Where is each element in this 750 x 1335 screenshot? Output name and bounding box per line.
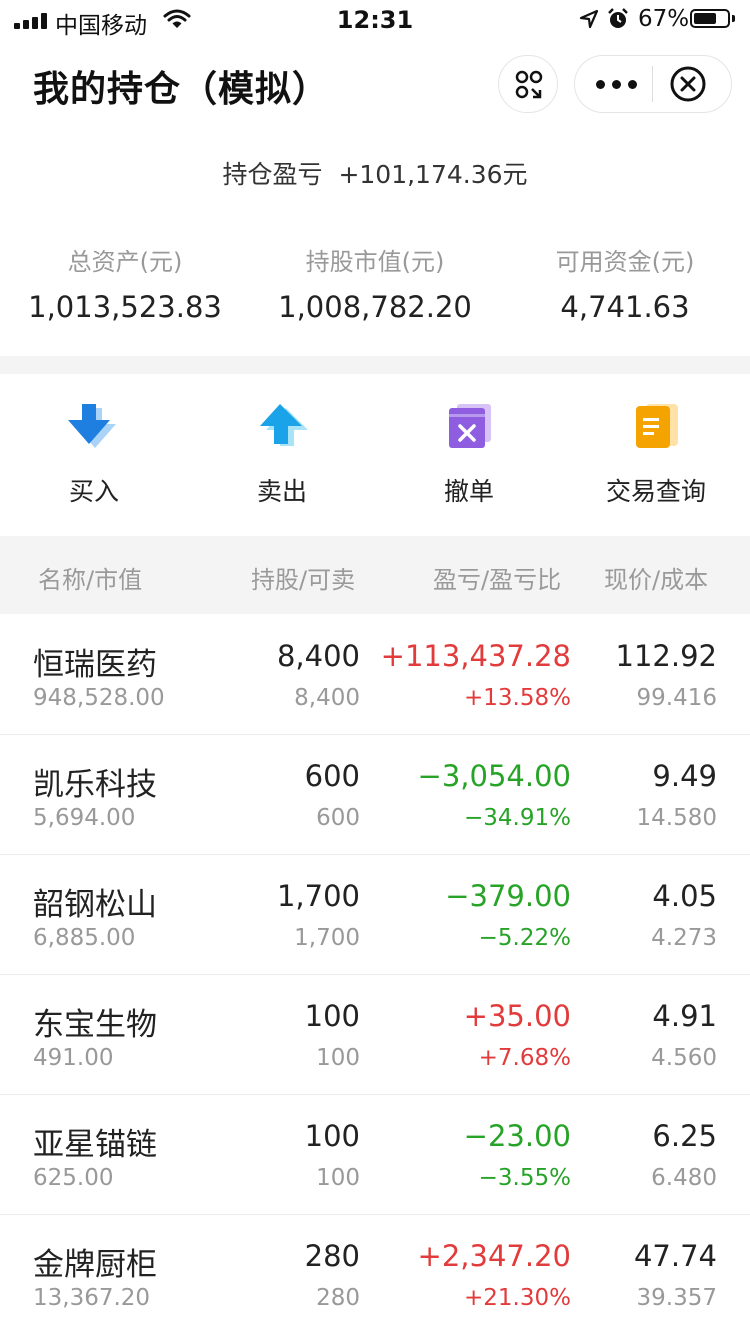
buy-button[interactable]: 买入	[0, 400, 188, 510]
more-icon[interactable]	[596, 80, 638, 90]
stock-market-value: 6,885.00	[33, 925, 136, 951]
pl-label: 持仓盈亏	[222, 160, 323, 189]
stock-market-value: 948,528.00	[33, 685, 165, 711]
position-pl-summary: 持仓盈亏 +101,174.36元	[0, 155, 750, 191]
stock-pl-ratio: +7.68%	[478, 1045, 571, 1071]
stock-cost: 14.580	[636, 805, 717, 831]
stock-pl: −3,054.00	[417, 759, 571, 793]
table-row[interactable]: 恒瑞医药 948,528.00 8,400 8,400 +113,437.28 …	[0, 615, 750, 735]
sell-arrow-up-icon	[260, 404, 308, 446]
stock-holding: 100	[304, 1119, 360, 1153]
trade-query-button[interactable]: 交易查询	[562, 400, 750, 510]
stock-pl-ratio: −5.22%	[478, 925, 571, 951]
stock-name: 恒瑞医药	[33, 647, 157, 683]
close-icon[interactable]	[668, 64, 708, 104]
available-funds-label: 可用资金(元)	[555, 248, 695, 276]
stock-pl: +35.00	[463, 999, 571, 1033]
battery-percent: 67%	[638, 6, 690, 32]
header-holding-available: 持股/可卖	[251, 566, 356, 594]
stock-market-value: 5,694.00	[33, 805, 136, 831]
cancel-order-button[interactable]: 撤单	[375, 400, 563, 510]
available-funds-value: 4,741.63	[560, 290, 690, 324]
stock-pl: −23.00	[463, 1119, 571, 1153]
stock-available: 100	[316, 1045, 360, 1071]
sell-label: 卖出	[256, 477, 307, 506]
stock-holding: 100	[304, 999, 360, 1033]
stock-pl: +2,347.20	[417, 1239, 571, 1273]
table-row[interactable]: 韶钢松山 6,885.00 1,700 1,700 −379.00 −5.22%…	[0, 855, 750, 975]
scan-icon	[515, 70, 543, 99]
stock-pl-ratio: −3.55%	[478, 1165, 571, 1191]
pl-value: +101,174.36元	[338, 160, 528, 189]
buy-arrow-down-icon	[68, 404, 116, 448]
header-pl-ratio: 盈亏/盈亏比	[433, 566, 562, 594]
stock-price: 6.25	[652, 1119, 717, 1153]
stock-cost: 4.560	[651, 1045, 717, 1071]
table-row[interactable]: 东宝生物 491.00 100 100 +35.00 +7.68% 4.91 4…	[0, 975, 750, 1095]
stock-cost: 99.416	[636, 685, 717, 711]
total-assets-label: 总资产(元)	[67, 248, 183, 276]
stock-holding: 600	[304, 759, 360, 793]
table-row[interactable]: 金牌厨柜 13,367.20 280 280 +2,347.20 +21.30%…	[0, 1215, 750, 1335]
page-title: 我的持仓（模拟）	[33, 69, 330, 110]
stock-market-value: 625.00	[33, 1165, 114, 1191]
stock-pl: +113,437.28	[380, 639, 571, 673]
table-row[interactable]: 凯乐科技 5,694.00 600 600 −3,054.00 −34.91% …	[0, 735, 750, 855]
stock-available: 1,700	[294, 925, 360, 951]
stock-holding: 280	[304, 1239, 360, 1273]
stock-name: 凯乐科技	[33, 767, 157, 803]
trade-query-label: 交易查询	[605, 477, 706, 506]
stock-available: 280	[316, 1285, 360, 1311]
table-row[interactable]: 亚星锚链 625.00 100 100 −23.00 −3.55% 6.25 6…	[0, 1095, 750, 1215]
buy-label: 买入	[68, 477, 119, 506]
stock-cost: 39.357	[636, 1285, 717, 1311]
battery-tip	[732, 15, 735, 22]
stock-available: 100	[316, 1165, 360, 1191]
stock-market-value: 13,367.20	[33, 1285, 151, 1311]
trade-query-document-icon	[636, 404, 678, 448]
stock-pl-ratio: +21.30%	[464, 1285, 571, 1311]
total-assets-value: 1,013,523.83	[28, 290, 222, 324]
capsule-divider	[652, 66, 653, 102]
stock-cost: 6.480	[651, 1165, 717, 1191]
alarm-icon	[606, 7, 630, 31]
header-price-cost: 现价/成本	[604, 566, 709, 594]
stock-name: 韶钢松山	[33, 887, 157, 923]
stock-pl: −379.00	[445, 879, 571, 913]
cancel-order-label: 撤单	[443, 477, 494, 506]
stock-holding: 1,700	[276, 879, 360, 913]
scan-button[interactable]	[498, 55, 558, 113]
stock-name: 东宝生物	[33, 1007, 157, 1043]
stock-cost: 4.273	[651, 925, 717, 951]
stock-pl-ratio: −34.91%	[464, 805, 571, 831]
stock-name: 亚星锚链	[33, 1127, 157, 1163]
sell-button[interactable]: 卖出	[188, 400, 376, 510]
stock-pl-ratio: +13.58%	[464, 685, 571, 711]
stock-market-value: 491.00	[33, 1045, 114, 1071]
stock-available: 8,400	[294, 685, 360, 711]
header-name-mv: 名称/市值	[38, 566, 143, 594]
battery-icon	[690, 9, 730, 28]
stock-price: 112.92	[615, 639, 717, 673]
cancel-order-icon	[449, 404, 491, 448]
stock-price: 4.05	[652, 879, 717, 913]
status-bar: 中国移动 12:31 67%	[0, 0, 750, 40]
market-value-value: 1,008,782.20	[278, 290, 472, 324]
stock-price: 9.49	[652, 759, 717, 793]
section-divider	[0, 356, 750, 374]
location-arrow-icon	[578, 8, 600, 30]
market-value-label: 持股市值(元)	[305, 248, 445, 276]
stock-price: 47.74	[633, 1239, 717, 1273]
stock-available: 600	[316, 805, 360, 831]
stock-holding: 8,400	[276, 639, 360, 673]
stock-name: 金牌厨柜	[33, 1247, 157, 1283]
stock-price: 4.91	[652, 999, 717, 1033]
